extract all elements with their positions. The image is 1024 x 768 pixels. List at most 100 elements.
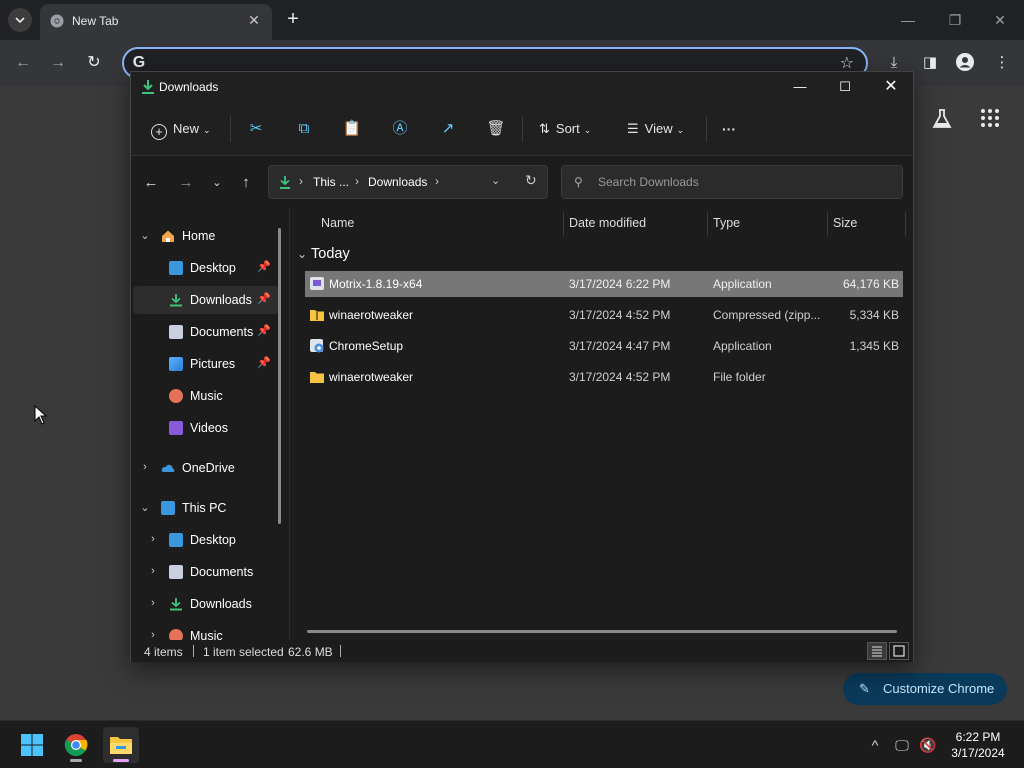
rename-icon[interactable]: Ⓐ xyxy=(390,119,410,139)
forward-icon[interactable]: → xyxy=(176,173,196,193)
volume-muted-icon[interactable]: 🔇 xyxy=(918,735,938,755)
chevron-down-icon: ⌄ xyxy=(676,125,685,135)
close-window-icon[interactable]: ✕ xyxy=(990,10,1010,30)
nav-item-onedrive[interactable]: › OneDrive xyxy=(133,454,279,482)
chevron-right-icon: › xyxy=(151,533,155,545)
column-header-type[interactable]: Type xyxy=(713,216,740,230)
window-title: Downloads xyxy=(159,80,219,94)
profile-icon[interactable] xyxy=(955,53,975,73)
table-row[interactable]: winaerotweaker 3/17/2024 4:52 PM Compres… xyxy=(305,302,903,328)
nav-label: Desktop xyxy=(190,261,236,275)
paste-icon[interactable]: 📋 xyxy=(342,119,362,139)
desktop-icon xyxy=(169,533,183,547)
explorer-close-icon[interactable]: ✕ xyxy=(881,77,901,97)
share-icon[interactable]: ↗ xyxy=(438,119,458,139)
nav-item-videos[interactable]: Videos xyxy=(133,414,279,442)
nav-item-desktop[interactable]: Desktop 📌 xyxy=(133,254,279,282)
bookmark-star-icon[interactable]: ☆ xyxy=(840,53,854,73)
see-more-button[interactable]: ··· xyxy=(722,118,736,140)
search-input[interactable] xyxy=(598,173,888,191)
file-explorer-icon xyxy=(110,737,132,754)
explorer-maximize-icon[interactable]: ☐ xyxy=(835,77,855,97)
taskbar-file-explorer[interactable] xyxy=(103,727,139,763)
forward-icon[interactable]: → xyxy=(47,52,69,74)
close-tab-icon[interactable]: ✕ xyxy=(246,12,262,28)
tab-new-tab[interactable]: New Tab ✕ xyxy=(40,4,272,40)
group-header-today[interactable]: ⌄ Today xyxy=(297,246,350,262)
nav-item-pc-desktop[interactable]: › Desktop xyxy=(133,526,279,554)
table-row[interactable]: ChromeSetup 3/17/2024 4:47 PM Applicatio… xyxy=(305,333,903,359)
breadcrumb-this-pc[interactable]: This ... xyxy=(313,175,349,189)
side-panel-icon[interactable]: ◨ xyxy=(920,53,940,73)
view-button[interactable]: ☰ View ⌄ xyxy=(627,118,684,140)
tab-search-button[interactable] xyxy=(8,8,32,32)
table-row[interactable]: Motrix-1.8.19-x64 3/17/2024 6:22 PM Appl… xyxy=(305,271,903,297)
table-row[interactable]: winaerotweaker 3/17/2024 4:52 PM File fo… xyxy=(305,364,903,390)
status-selected: 1 item selected xyxy=(203,645,284,659)
google-apps-icon[interactable] xyxy=(980,108,1000,128)
back-icon[interactable]: ← xyxy=(12,52,34,74)
clock[interactable]: 6:22 PM 3/17/2024 xyxy=(946,729,1010,761)
tiles-view-icon[interactable] xyxy=(889,642,909,660)
column-separator[interactable] xyxy=(707,212,708,236)
start-button[interactable] xyxy=(14,727,50,763)
cmd-separator xyxy=(706,116,707,142)
file-name: winaerotweaker xyxy=(329,308,414,322)
cut-icon[interactable]: ✂ xyxy=(246,119,266,139)
refresh-icon[interactable]: ↻ xyxy=(525,172,537,189)
column-header-date[interactable]: Date modified xyxy=(569,216,646,230)
nav-item-pictures[interactable]: Pictures 📌 xyxy=(133,350,279,378)
column-separator[interactable] xyxy=(827,212,828,236)
file-size: 5,334 KB xyxy=(849,308,899,322)
breadcrumb-downloads[interactable]: Downloads xyxy=(368,175,427,189)
column-separator[interactable] xyxy=(905,212,906,236)
downloads-icon[interactable]: ⤓ xyxy=(884,53,904,73)
nav-scrollbar[interactable] xyxy=(278,228,281,524)
minimize-icon[interactable]: — xyxy=(898,10,918,30)
copy-icon[interactable]: ⧉ xyxy=(294,119,314,139)
nav-item-documents[interactable]: Documents 📌 xyxy=(133,318,279,346)
reload-icon[interactable]: ↻ xyxy=(83,52,105,74)
new-tab-button[interactable]: + xyxy=(282,8,304,30)
menu-kebab-icon[interactable]: ⋮ xyxy=(992,53,1012,73)
column-separator[interactable] xyxy=(563,212,564,236)
explorer-minimize-icon[interactable]: — xyxy=(790,77,810,97)
address-bar[interactable]: › This ... › Downloads › ⌄ ↻ xyxy=(268,165,548,199)
up-icon[interactable]: ↑ xyxy=(236,173,256,193)
back-icon[interactable]: ← xyxy=(141,173,161,193)
nav-item-this-pc[interactable]: ⌄ This PC xyxy=(133,494,279,522)
videos-icon xyxy=(169,421,183,435)
search-icon: ⚲ xyxy=(574,175,583,189)
delete-icon[interactable]: 🗑 xyxy=(486,119,506,139)
nav-item-pc-music[interactable]: › Music xyxy=(133,622,279,640)
pin-icon: 📌 xyxy=(257,357,271,369)
running-indicator xyxy=(70,759,82,762)
customize-chrome-button[interactable]: ✎ Customize Chrome xyxy=(843,673,1007,705)
show-hidden-icons-chevron-up-icon[interactable]: ^ xyxy=(865,735,885,755)
chevron-right-icon: › xyxy=(151,597,155,609)
recent-locations-icon[interactable]: ⌄ xyxy=(207,173,227,193)
new-button[interactable]: + New ⌄ xyxy=(151,118,211,140)
restore-icon[interactable]: ❐ xyxy=(945,10,965,30)
nav-item-music[interactable]: Music xyxy=(133,382,279,410)
file-size: 64,176 KB xyxy=(842,277,899,291)
nav-item-home[interactable]: ⌄ Home xyxy=(133,222,279,250)
search-box[interactable]: ⚲ xyxy=(561,165,903,199)
nav-label: Videos xyxy=(190,421,228,435)
network-icon[interactable]: 🖵 xyxy=(892,735,912,755)
sort-button[interactable]: ⇅ Sort ⌄ xyxy=(539,118,591,140)
pictures-icon xyxy=(169,357,183,371)
details-view-icon[interactable] xyxy=(867,642,887,660)
nav-label: Music xyxy=(190,629,223,640)
horizontal-scrollbar[interactable] xyxy=(307,630,897,633)
new-plus-icon: + xyxy=(151,124,167,140)
column-header-name[interactable]: Name xyxy=(321,216,354,230)
column-header-size[interactable]: Size xyxy=(833,216,857,230)
taskbar-chrome[interactable] xyxy=(58,727,94,763)
labs-flask-icon[interactable] xyxy=(930,107,954,131)
chevron-down-icon: ⌄ xyxy=(297,247,308,261)
address-dropdown-icon[interactable]: ⌄ xyxy=(491,174,500,187)
nav-item-downloads[interactable]: Downloads 📌 xyxy=(133,286,279,314)
nav-item-pc-documents[interactable]: › Documents xyxy=(133,558,279,586)
nav-item-pc-downloads[interactable]: › Downloads xyxy=(133,590,279,618)
